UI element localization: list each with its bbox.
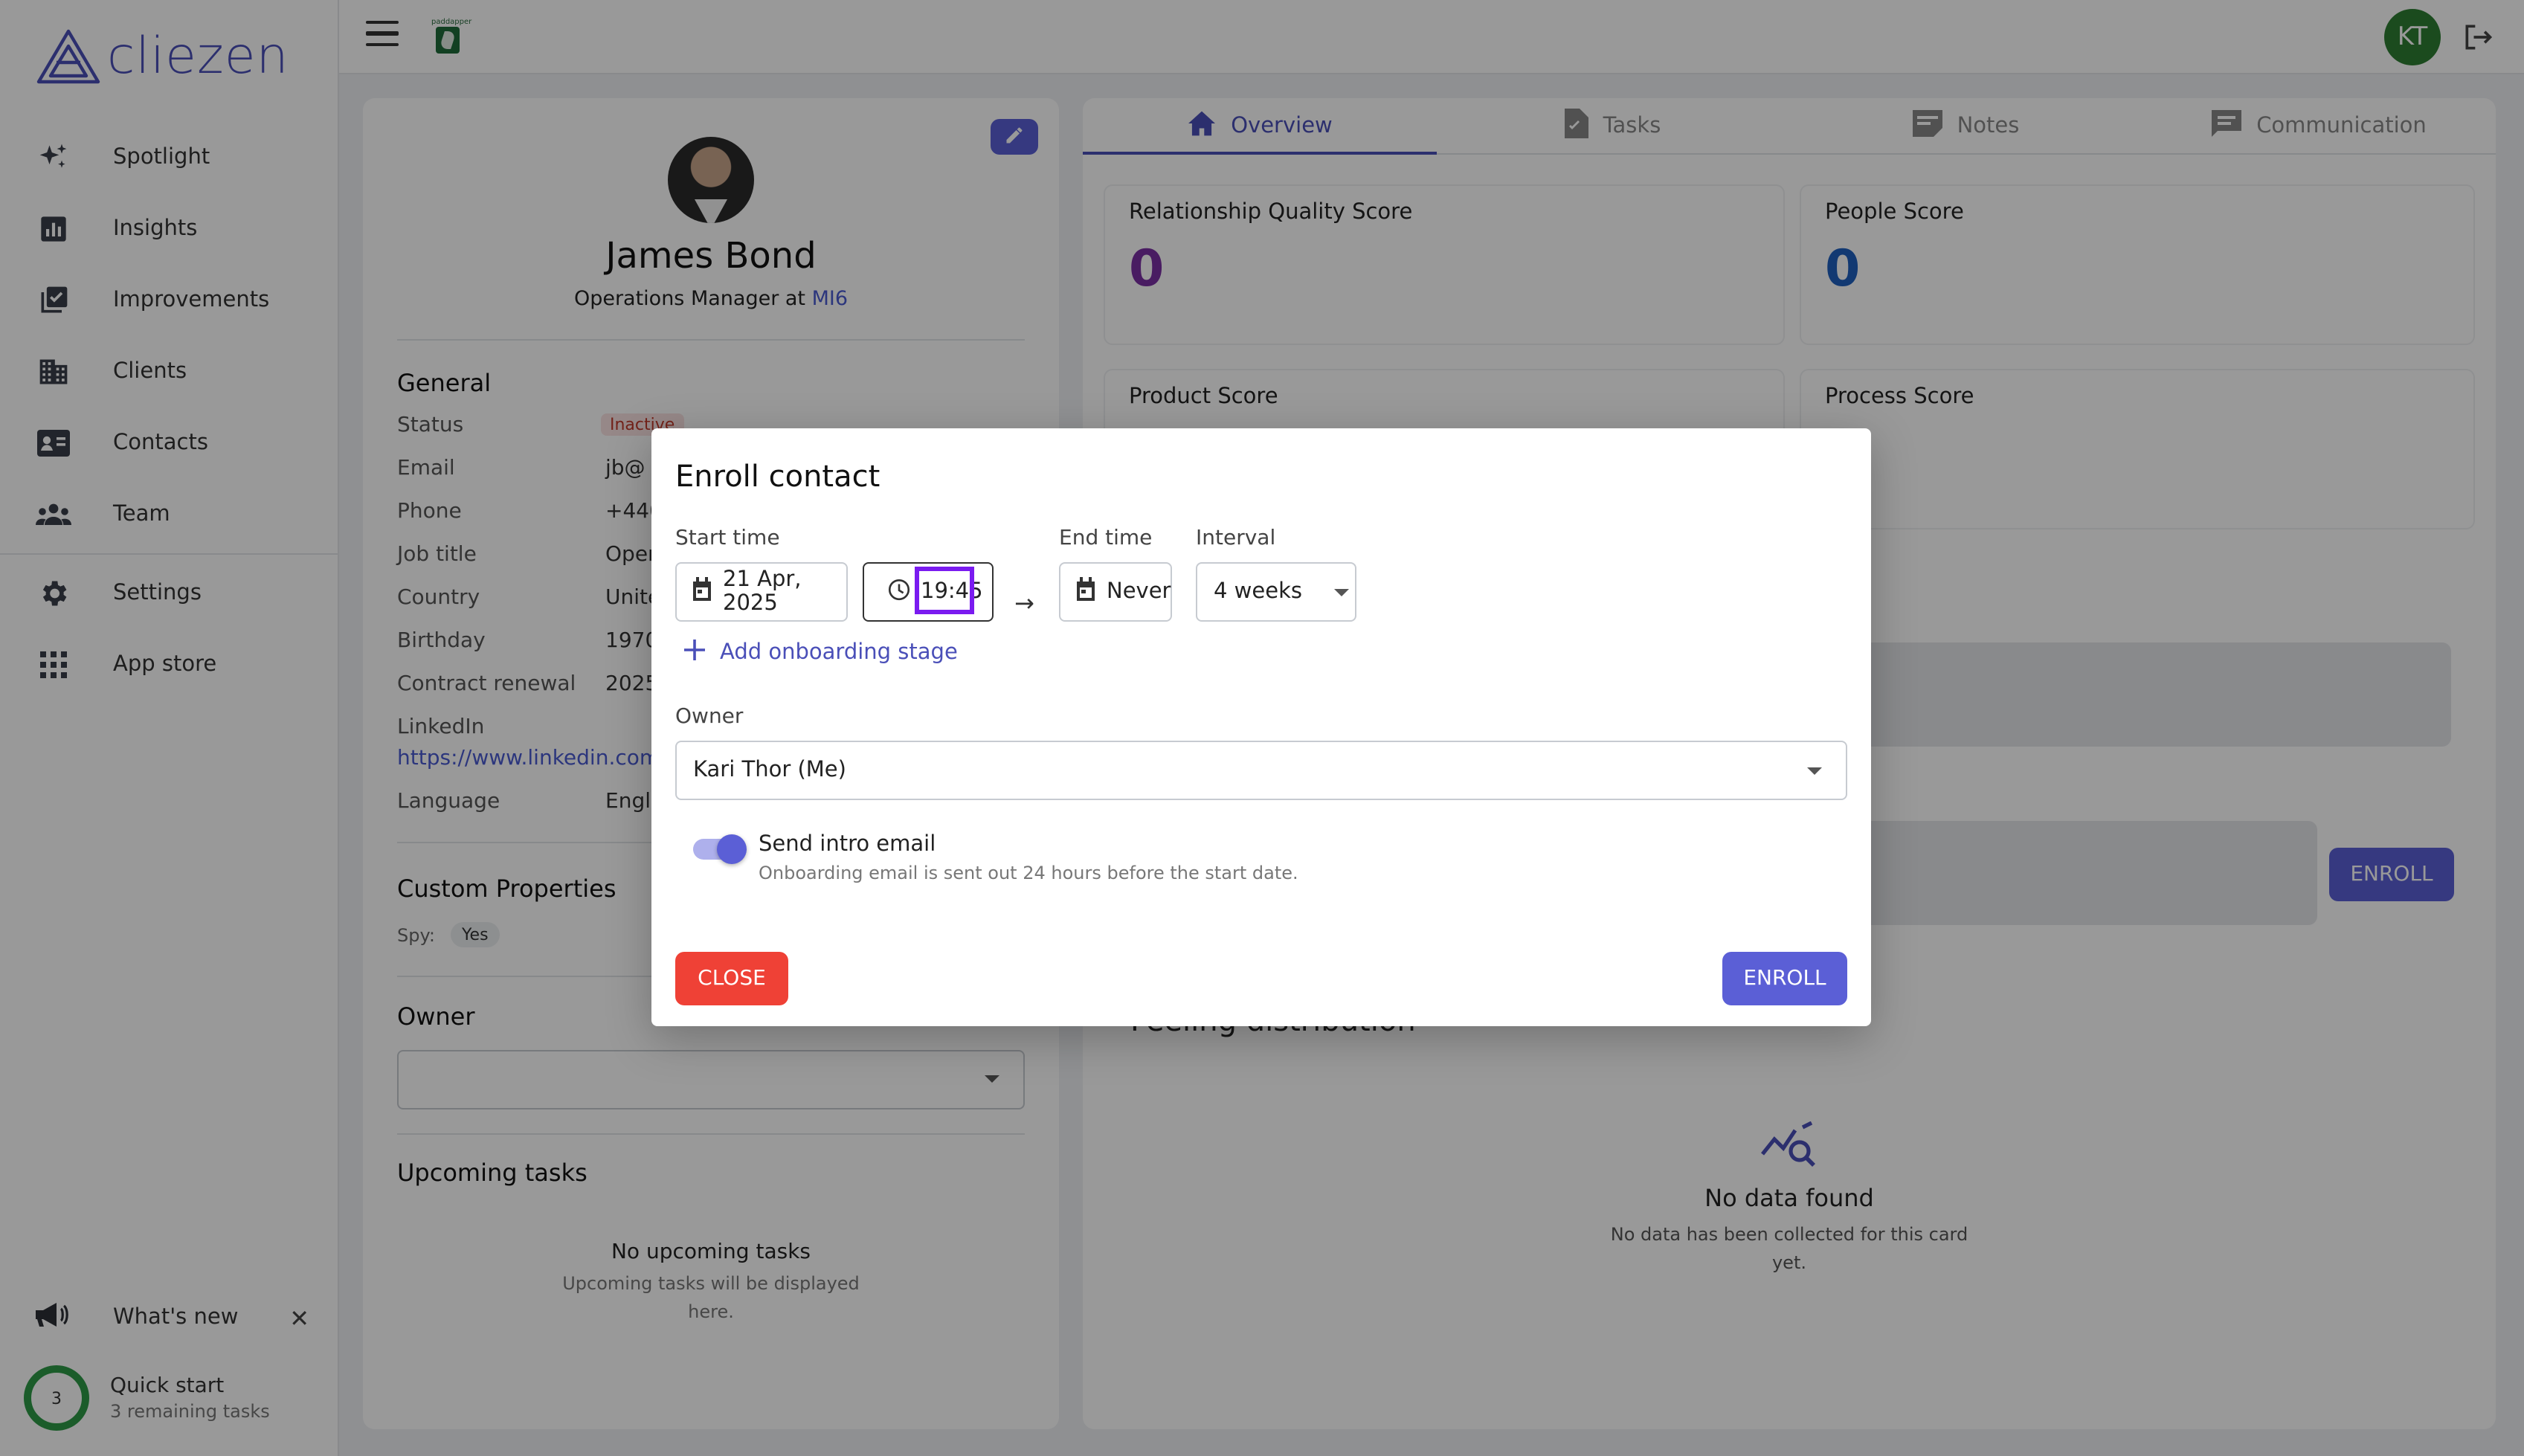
start-time-label: Start time <box>675 526 780 550</box>
dropdown-caret-icon <box>1807 767 1822 775</box>
end-time-field[interactable]: Never <box>1059 562 1172 622</box>
interval-select[interactable]: 4 weeks <box>1196 562 1356 622</box>
enroll-button[interactable]: ENROLL <box>1722 952 1847 1005</box>
owner-value: Kari Thor (Me) <box>693 758 846 782</box>
start-date-field[interactable]: 21 Apr, 2025 <box>675 562 848 622</box>
add-stage-label: Add onboarding stage <box>720 641 958 665</box>
toggle-knob <box>717 834 747 864</box>
interval-label: Interval <box>1196 526 1276 550</box>
start-date-value: 21 Apr, 2025 <box>723 568 802 616</box>
dropdown-caret-icon <box>1333 588 1348 596</box>
enroll-contact-dialog: Enroll contact Start time 21 Apr, 2025 1… <box>651 428 1871 1026</box>
time-focus-highlight <box>915 567 974 614</box>
arrow-right-icon: → <box>1014 589 1034 617</box>
intro-email-title: Send intro email <box>759 833 936 857</box>
dialog-title: Enroll contact <box>675 458 880 494</box>
owner-label: Owner <box>675 705 744 729</box>
end-time-value: Never <box>1107 580 1171 604</box>
calendar-icon <box>692 577 712 607</box>
start-time-field[interactable]: 19:45 <box>863 562 994 622</box>
end-time-label: End time <box>1059 526 1153 550</box>
add-onboarding-stage-button[interactable]: Add onboarding stage <box>684 640 958 666</box>
close-button[interactable]: CLOSE <box>675 952 788 1005</box>
plus-icon <box>684 640 705 666</box>
intro-email-subtitle: Onboarding email is sent out 24 hours be… <box>759 863 1298 883</box>
send-intro-email-toggle[interactable] <box>693 834 747 864</box>
interval-value: 4 weeks <box>1214 580 1302 604</box>
clock-icon <box>888 578 910 606</box>
owner-select[interactable]: Kari Thor (Me) <box>675 741 1847 800</box>
calendar-icon <box>1075 577 1096 607</box>
